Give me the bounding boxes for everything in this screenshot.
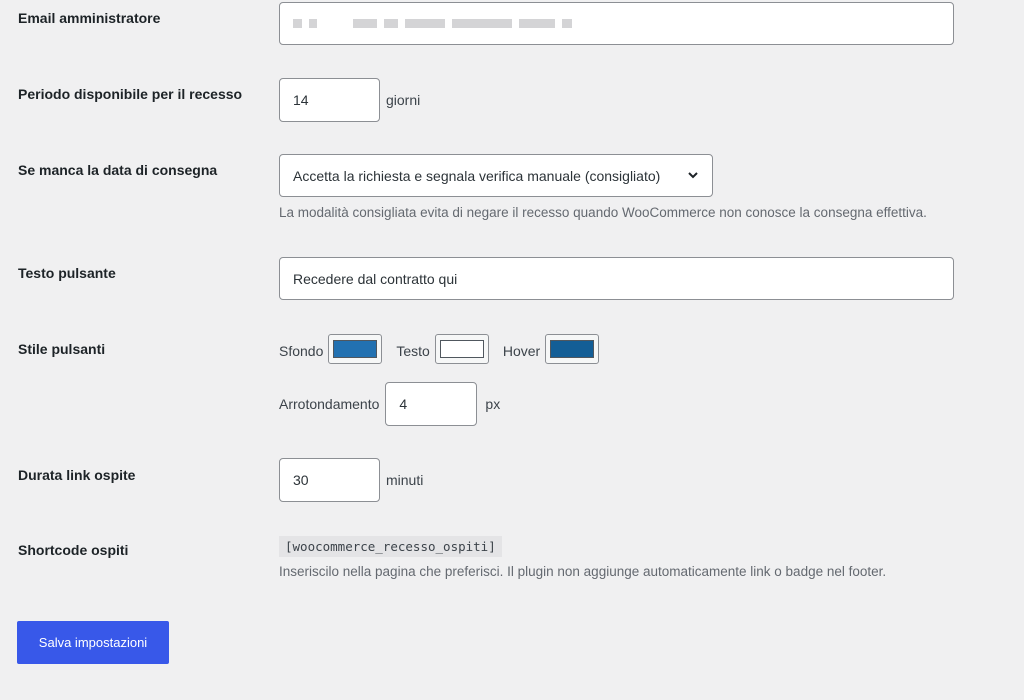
guest-link-label: Durata link ospite bbox=[18, 467, 136, 483]
period-suffix: giorni bbox=[386, 92, 421, 108]
save-button[interactable]: Salva impostazioni bbox=[17, 621, 169, 664]
background-color-picker[interactable] bbox=[328, 334, 383, 364]
guest-link-input[interactable]: 30 bbox=[279, 458, 380, 502]
radius-label: Arrotondamento bbox=[279, 396, 380, 412]
button-text-input[interactable]: Recedere dal contratto qui bbox=[279, 257, 954, 300]
email-redacted-value bbox=[293, 3, 572, 44]
text-color-label: Testo bbox=[396, 343, 430, 359]
text-color-picker[interactable] bbox=[434, 334, 489, 364]
chevron-down-icon bbox=[688, 172, 698, 179]
guest-link-suffix: minuti bbox=[386, 472, 424, 488]
email-field-wrap bbox=[279, 2, 954, 45]
delivery-select-value: Accetta la richiesta e segnala verifica … bbox=[293, 167, 661, 184]
delivery-label: Se manca la data di consegna bbox=[18, 162, 218, 178]
email-label: Email amministratore bbox=[18, 10, 161, 26]
text-color-swatch bbox=[439, 340, 484, 358]
hover-color-label: Hover bbox=[502, 343, 541, 359]
radius-suffix: px bbox=[485, 396, 501, 412]
background-color-label: Sfondo bbox=[279, 343, 324, 359]
period-input[interactable]: 14 bbox=[279, 78, 380, 122]
email-field[interactable] bbox=[279, 2, 954, 45]
button-style-label: Stile pulsanti bbox=[18, 341, 106, 357]
period-label: Periodo disponibile per il recesso bbox=[18, 86, 243, 102]
radius-input[interactable]: 4 bbox=[385, 382, 478, 426]
background-color-swatch bbox=[333, 340, 378, 358]
hover-color-picker[interactable] bbox=[545, 334, 600, 364]
shortcode-code: [woocommerce_recesso_ospiti] bbox=[279, 536, 502, 557]
shortcode-label: Shortcode ospiti bbox=[18, 542, 129, 558]
hover-color-swatch bbox=[550, 340, 595, 358]
delivery-description: La modalità consigliata evita di negare … bbox=[279, 205, 927, 220]
delivery-select[interactable]: Accetta la richiesta e segnala verifica … bbox=[279, 154, 713, 197]
shortcode-description: Inseriscilo nella pagina che preferisci.… bbox=[279, 564, 887, 579]
button-text-label: Testo pulsante bbox=[18, 265, 116, 281]
